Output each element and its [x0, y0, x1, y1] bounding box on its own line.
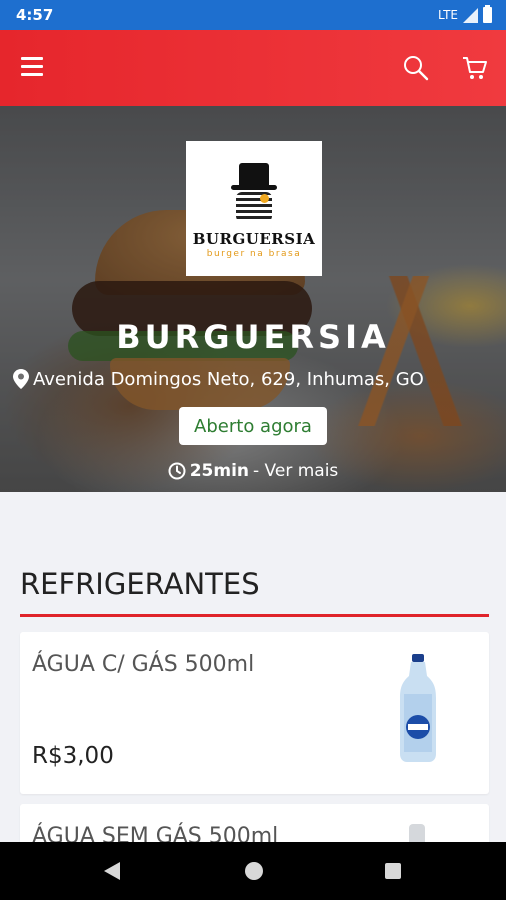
location-pin-icon [13, 369, 29, 389]
status-bar: 4:57 LTE [0, 0, 506, 30]
search-icon[interactable] [402, 54, 430, 82]
delivery-time: 25min [189, 461, 250, 481]
see-more-link[interactable]: - Ver mais [253, 461, 338, 481]
home-icon[interactable] [245, 862, 263, 880]
water-bottle-image [400, 654, 436, 762]
restaurant-logo: BURGUERSIA burger na brasa [186, 141, 322, 276]
logo-hat-brim [231, 185, 277, 190]
recent-apps-icon[interactable] [385, 863, 401, 879]
product-name: ÁGUA C/ GÁS 500ml [32, 652, 255, 677]
menu-icon[interactable] [21, 57, 43, 77]
status-time: 4:57 [16, 6, 54, 24]
clock-icon [168, 462, 186, 480]
restaurant-address: Avenida Domingos Neto, 629, Inhumas, GO [13, 367, 424, 391]
product-price: R$3,00 [32, 743, 114, 769]
back-icon[interactable] [104, 862, 120, 880]
logo-tagline: burger na brasa [206, 249, 302, 259]
category-divider [20, 614, 489, 617]
logo-hat-icon [239, 163, 269, 185]
logo-face-icon [236, 192, 272, 222]
address-text: Avenida Domingos Neto, 629, Inhumas, GO [33, 368, 424, 390]
app-bar [0, 30, 506, 106]
restaurant-name: BURGUERSIA [116, 318, 390, 356]
logo-name: BURGUERSIA [192, 230, 316, 248]
open-status-badge: Aberto agora [179, 407, 327, 445]
delivery-info[interactable]: 25min - Ver mais [0, 461, 506, 481]
network-type: LTE [438, 8, 458, 22]
product-card[interactable]: ÁGUA C/ GÁS 500ml R$3,00 [20, 632, 489, 794]
category-title: REFRIGERANTES [20, 567, 260, 601]
battery-icon [483, 5, 492, 23]
system-nav-bar [0, 842, 506, 900]
signal-icon [463, 7, 478, 23]
cart-icon[interactable] [461, 54, 489, 82]
status-indicators: LTE [438, 5, 492, 23]
